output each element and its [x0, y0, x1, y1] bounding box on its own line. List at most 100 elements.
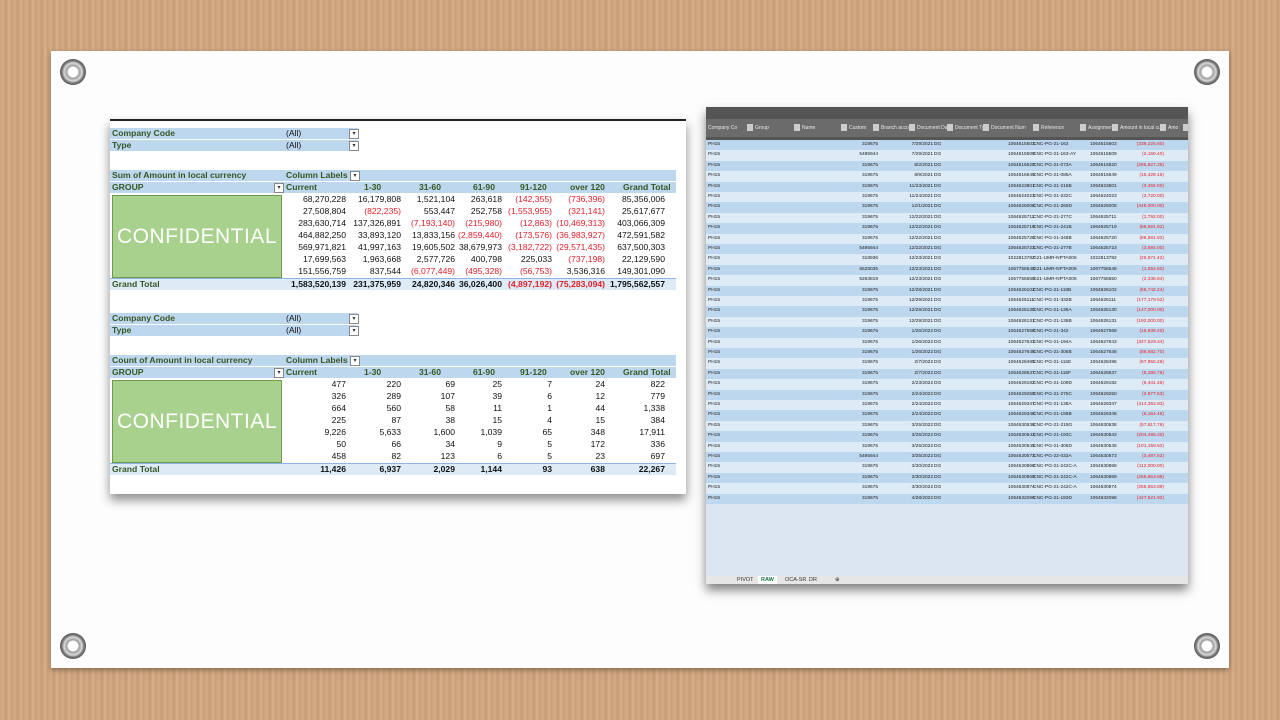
raw-doc-date: 12/22/2021	[908, 214, 933, 220]
raw-assignment: 1064626131	[1090, 318, 1117, 324]
raw-reference: G21-UMR-NPTA006	[1033, 256, 1077, 262]
raw-reference: CNC-PG-21-109D	[1033, 381, 1072, 387]
raw-doc-type: DG	[934, 183, 942, 189]
raw-reference: CNC-PG-21-275C	[1033, 391, 1072, 397]
raw-column-header[interactable]: Name	[800, 119, 849, 137]
raw-customer: 319675	[861, 183, 878, 189]
raw-doc-date: 12/22/2021	[908, 235, 933, 241]
raw-column-header[interactable]: Assignment	[1086, 119, 1120, 137]
filter-dropdown-icon[interactable]: ▾	[349, 141, 359, 151]
raw-assignment: 1064628495	[1090, 360, 1117, 366]
pivot-cell: 16,179,808	[357, 194, 401, 204]
raw-amount: (56,742.24)	[1139, 287, 1164, 293]
pivot-cell: (10,469,313)	[556, 218, 605, 228]
column-header: Current	[286, 182, 318, 192]
raw-doc-num: 1064629348	[1008, 412, 1035, 418]
pivot-cell: (215,980)	[465, 218, 502, 228]
raw-column-header[interactable]: Group	[753, 119, 802, 137]
raw-assignment: 1064625711	[1090, 214, 1117, 220]
raw-doc-type: DG	[934, 266, 942, 272]
filter-button-icon[interactable]	[1183, 124, 1188, 131]
raw-doc-type: DG	[934, 433, 942, 439]
raw-row: PH15 319675 12/1/2021 DG 1064625008 CNC-PG-21…	[706, 202, 1188, 213]
pivot-cell: 58	[445, 403, 455, 413]
raw-doc-type: DG	[934, 402, 942, 407]
pivot-cell: 1,963,668	[362, 254, 401, 264]
raw-doc-date: 2/23/2022	[911, 381, 933, 387]
raw-customer: 319675	[861, 370, 878, 376]
add-sheet-icon[interactable]: ⊕	[832, 576, 843, 584]
raw-row: PH15 319675 3/25/2022 DG 1064630545 CNC-PG-21…	[706, 441, 1188, 452]
raw-amount: (86,591.92)	[1139, 235, 1164, 241]
raw-customer: 319675	[861, 142, 878, 147]
raw-customer: 5495944	[859, 454, 878, 459]
pivot-cell: 822	[650, 379, 665, 389]
filter-dropdown-icon[interactable]: ▾	[349, 129, 359, 139]
raw-customer: 319675	[861, 381, 878, 387]
raw-column-header[interactable]: Reference	[1039, 119, 1088, 137]
raw-customer: 319675	[861, 422, 878, 428]
raw-doc-type: DG	[934, 225, 942, 231]
raw-doc-num: 1064623801	[1008, 183, 1035, 189]
raw-doc-type: DG	[934, 214, 942, 220]
filter-value[interactable]: (All)	[286, 313, 301, 324]
pivot-cell: 24	[595, 379, 605, 389]
pivot-cell: 69	[445, 379, 455, 389]
filter-value[interactable]: (All)	[286, 325, 301, 336]
column-header: Grand Total	[623, 182, 671, 192]
raw-column-header[interactable]: Document Da	[915, 119, 955, 137]
raw-reference: CNC-PG-21-194A	[1033, 339, 1072, 345]
raw-company: PH15	[708, 495, 720, 501]
pivot-cell: 283,630,714	[298, 218, 346, 228]
raw-row: PH15 319675 2/7/2022 DG 1064628495 CNC-PG-21-…	[706, 358, 1188, 369]
raw-column-header[interactable]: Branch accou	[879, 119, 917, 137]
row-label-dropdown-icon[interactable]: ▾	[274, 183, 284, 193]
column-labels-dropdown-icon[interactable]: ▾	[350, 356, 360, 366]
raw-reference: CNC-PG-22-033A	[1033, 454, 1072, 459]
filter-dropdown-icon[interactable]: ▾	[349, 314, 359, 324]
sheet-tab[interactable]: PIVOT	[734, 576, 757, 584]
value-field-label: Count of Amount in local currency	[112, 355, 253, 365]
raw-amount: (3,456.00)	[1142, 183, 1164, 189]
raw-assignment: 1064632096	[1090, 495, 1117, 501]
filter-dropdown-icon[interactable]: ▾	[349, 326, 359, 336]
raw-doc-num: 1064627568	[1008, 329, 1035, 335]
row-label-dropdown-icon[interactable]: ▾	[274, 368, 284, 378]
column-labels-dropdown-icon[interactable]: ▾	[350, 171, 360, 181]
raw-assignment: 1064629182	[1090, 381, 1117, 387]
pivot-cell: (142,355)	[515, 194, 552, 204]
column-header: 31-60	[419, 367, 441, 377]
raw-column-header[interactable]: Custom	[847, 119, 881, 137]
pivot-cell: 6	[497, 451, 502, 461]
raw-doc-num: 1064625719	[1008, 225, 1035, 231]
filter-value[interactable]: (All)	[286, 140, 301, 151]
pivot-cell: 25	[492, 379, 502, 389]
raw-doc-date: 12/23/2021	[908, 266, 933, 272]
raw-column-header[interactable]: Amount in local currency	[1118, 119, 1168, 137]
raw-amount: (414,352.93)	[1136, 402, 1164, 407]
raw-row: PH15 319675 3/25/2022 DG 1064630538 CNC-PG-21…	[706, 420, 1188, 432]
sheet-tab[interactable]: RAW	[758, 576, 777, 584]
raw-column-header[interactable]: Company Co	[706, 119, 755, 137]
column-labels-label: Column Labels	[286, 355, 348, 365]
raw-doc-date: 3/30/2022	[911, 474, 933, 480]
raw-customer: 319675	[861, 173, 878, 179]
raw-doc-num: 1064624023	[1008, 194, 1035, 199]
raw-column-header[interactable]: Document Num	[989, 119, 1041, 137]
raw-assignment: 1064627643	[1090, 339, 1117, 345]
sheet-tab[interactable]: DR	[806, 576, 820, 584]
grand-total-cell: (75,283,094)	[556, 279, 605, 289]
raw-reference: CNC-PG-21-115E	[1033, 360, 1072, 366]
raw-amount: (448,000.00)	[1136, 204, 1164, 210]
filter-value[interactable]: (All)	[286, 128, 301, 139]
raw-column-header[interactable]: Document Ty	[953, 119, 991, 137]
pivot-cell: 22,129,590	[621, 254, 665, 264]
raw-amount: (427,521.92)	[1136, 495, 1164, 501]
raw-doc-num: 1064626131	[1008, 318, 1035, 324]
value-field-label: Sum of Amount in local currency	[112, 170, 247, 180]
pivot-cell: 151,556,759	[298, 266, 346, 276]
raw-column-header[interactable]: Amo	[1166, 119, 1188, 137]
sheet-tab-bar: PIVOT RAW OCA-SR DR ⊕	[706, 576, 1188, 584]
raw-doc-type: DG	[934, 142, 942, 147]
raw-reference: CNC-PG-21-073A	[1033, 162, 1072, 168]
